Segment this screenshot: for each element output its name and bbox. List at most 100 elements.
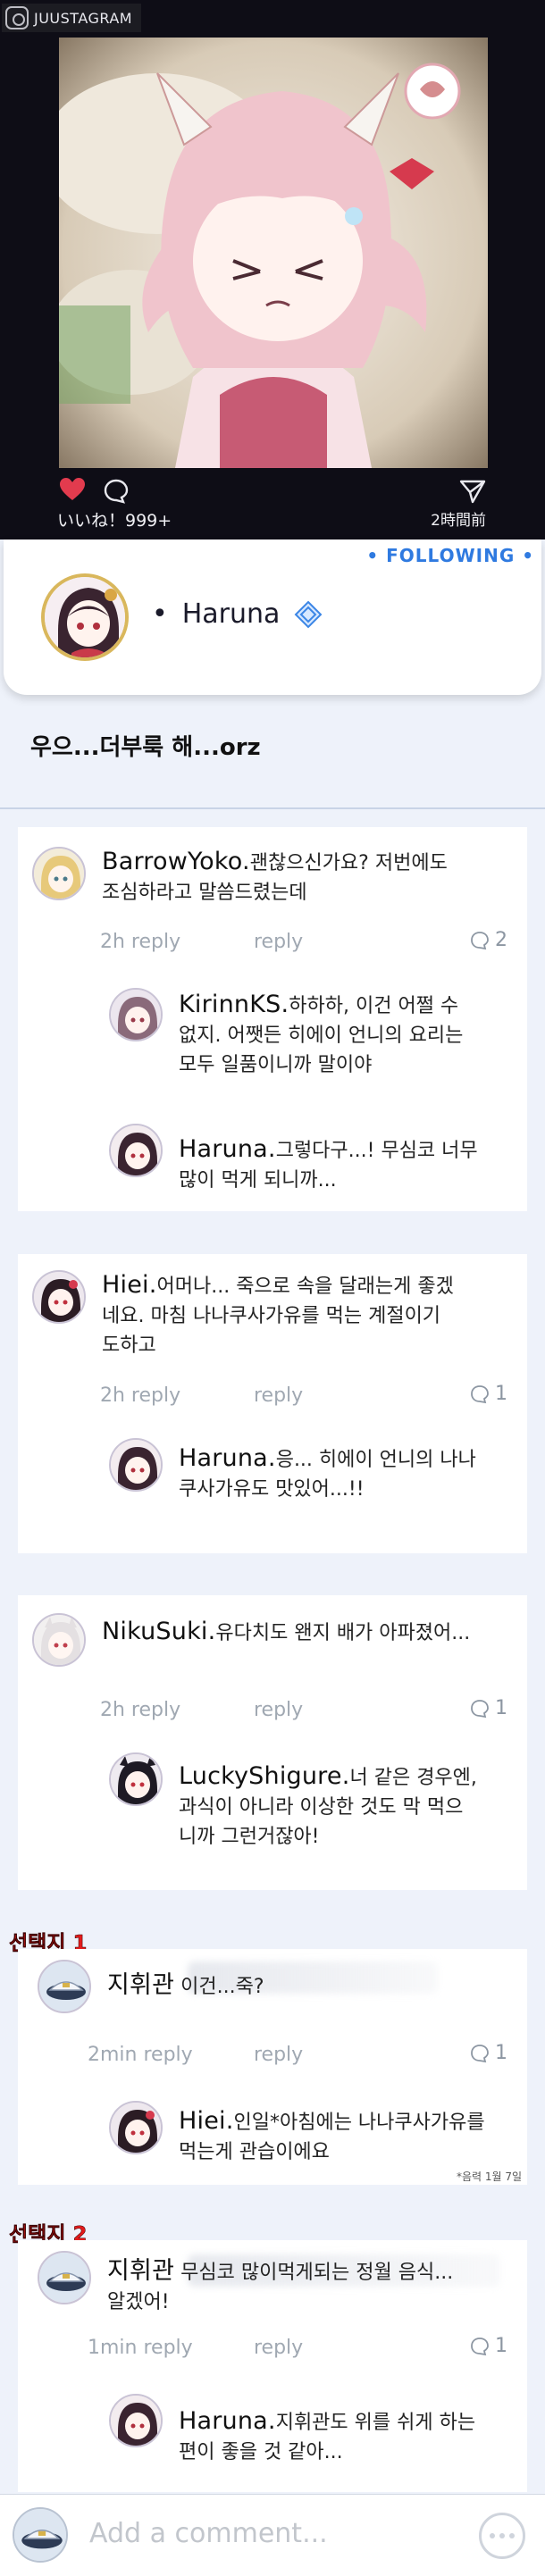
reply-count[interactable]: 1 (470, 2042, 507, 2064)
comment-text: NikuSuki.유다치도 왠지 배가 아파졌어... (102, 1617, 522, 1648)
reply-username[interactable]: LuckyShigure. (179, 1762, 349, 1790)
post-illustration (59, 38, 488, 468)
post-media-area: JUUSTAGRAM いいね！999+ 2時間前 (0, 0, 545, 539)
verified-icon (294, 600, 323, 628)
comment-username[interactable]: NikuSuki. (102, 1618, 215, 1645)
post-actions (0, 472, 545, 507)
reply-button[interactable]: reply (254, 2337, 303, 2359)
comment-time: 2min reply (88, 2044, 193, 2066)
reply-count[interactable]: 1 (470, 2335, 507, 2357)
comment-time: 2h reply (100, 931, 181, 953)
comment-time: 1min reply (88, 2337, 193, 2359)
avatar[interactable] (32, 1270, 86, 1324)
reply-text: Haruna.그렇다구...! 무심코 너무 많이 먹게 되니까... (179, 1134, 524, 1195)
haruna-avatar-small (111, 1125, 161, 1175)
reply-count-value: 2 (495, 929, 507, 951)
footnote: *음력 1월 7일 (456, 2170, 522, 2183)
more-options-icon[interactable] (479, 2513, 525, 2559)
reply-username[interactable]: Haruna. (179, 1444, 276, 1472)
avatar[interactable] (32, 847, 86, 900)
comment-line: 유다치도 왠지 배가 아파졌어... (215, 1622, 471, 1644)
profile-card: • FOLLOWING • • Haruna (4, 539, 541, 695)
commander-cap-icon (39, 2253, 89, 2303)
comment-line: 무심코 많이먹게되는 정월 음식... (180, 2262, 454, 2284)
nikusuki-avatar-art (34, 1615, 84, 1665)
barrowyoko-avatar-art (34, 849, 84, 899)
avatar[interactable] (109, 1438, 163, 1492)
dot (490, 2533, 495, 2538)
reply-line: 없지. 어쨋든 히에이 언니의 요리는 (179, 1025, 464, 1047)
my-avatar[interactable] (13, 2507, 68, 2563)
comment-thread[interactable]: 지휘관 무심코 많이먹게되는 정월 음식... 알겠어! 1min reply … (18, 2240, 527, 2492)
reply-count[interactable]: 2 (470, 929, 507, 951)
reply-bubble-icon (471, 2337, 489, 2355)
reply-text: Haruna.지휘관도 위를 쉬게 하는 편이 좋을 것 같아... (179, 2406, 524, 2467)
avatar[interactable] (109, 988, 163, 1041)
comment-input[interactable]: Add a comment... (89, 2518, 328, 2549)
comment-time: 2h reply (100, 1384, 181, 1407)
comment-line: 어머나... 죽으로 속을 달래는게 좋겠 (156, 1275, 454, 1298)
avatar[interactable] (109, 1752, 163, 1806)
reply-line: 인일*아침에는 나나쿠사가유를 (233, 2112, 485, 2134)
avatar[interactable] (38, 1960, 91, 2013)
haruna-avatar-small (111, 1440, 161, 1490)
comment-line: 네요. 마침 나나쿠사가유를 먹는 계절이기 (102, 1305, 441, 1327)
reply-count-value: 1 (495, 1697, 507, 1719)
avatar[interactable] (109, 2394, 163, 2447)
reply-username[interactable]: Haruna. (179, 1135, 276, 1163)
reply-line: 그렇다구...! 무심코 너무 (275, 1140, 478, 1162)
reply-line: 편이 좋을 것 같아... (179, 2441, 343, 2463)
reply-line: 지휘관도 위를 쉬게 하는 (275, 2412, 476, 2434)
following-label: FOLLOWING (386, 545, 516, 566)
reply-line: 모두 일품이니까 말이야 (179, 1054, 373, 1076)
reply-line: 니까 그런거잖아! (179, 1826, 320, 1848)
app-badge: JUUSTAGRAM (2, 4, 142, 32)
comment-thread: BarrowYoko.괜찮으신가요? 저번에도 조심하라고 말씀드렸는데 2h … (18, 827, 527, 1211)
haruna-avatar-art (45, 577, 125, 657)
reply-count[interactable]: 1 (470, 1383, 507, 1405)
profile-avatar[interactable] (41, 573, 129, 661)
heart-icon[interactable] (59, 477, 86, 502)
comment-thread: Hiei.어머나... 죽으로 속을 달래는게 좋겠 네요. 마침 나나쿠사가유… (18, 1254, 527, 1553)
comment-bubble-icon[interactable] (104, 479, 129, 504)
reply-line: 많이 먹게 되니까... (179, 1169, 337, 1192)
comment-username[interactable]: Hiei. (102, 1271, 157, 1299)
comment-thread[interactable]: 지휘관 이건...죽? 2min reply reply 1 Hiei.인일*아… (18, 1949, 527, 2185)
comment-text: 지휘관 무심코 많이먹게되는 정월 음식... 알겠어! (107, 2256, 518, 2317)
reply-count-value: 1 (495, 2335, 507, 2357)
avatar[interactable] (109, 2101, 163, 2154)
reply-count-value: 1 (495, 2042, 507, 2064)
reply-count[interactable]: 1 (470, 1697, 507, 1719)
comment-username[interactable]: BarrowYoko. (102, 848, 250, 875)
reply-button[interactable]: reply (254, 1699, 303, 1721)
comment-line: 도하고 (102, 1334, 156, 1357)
profile-name[interactable]: Haruna (182, 598, 281, 630)
comment-username[interactable]: 지휘관 (107, 1971, 174, 1999)
post-image[interactable] (59, 38, 488, 468)
send-icon[interactable] (459, 479, 486, 504)
comment-line: 알겠어! (107, 2291, 170, 2313)
reply-username[interactable]: Haruna. (179, 2407, 276, 2435)
reply-username[interactable]: KirinnKS. (179, 991, 289, 1018)
comment-text: 지휘관 이건...죽? (107, 1970, 518, 2002)
avatar[interactable] (109, 1124, 163, 1177)
avatar[interactable] (32, 1613, 86, 1667)
comment-username[interactable]: 지휘관 (107, 2257, 174, 2285)
app-name: JUUSTAGRAM (34, 9, 133, 27)
reply-button[interactable]: reply (254, 1384, 303, 1407)
comment-thread: NikuSuki.유다치도 왠지 배가 아파졌어... 2h reply rep… (18, 1595, 527, 1890)
reply-text: LuckyShigure.너 같은 경우엔, 과식이 아니라 이상한 것도 막 … (179, 1761, 524, 1852)
likes-count: いいね！999+ (57, 511, 172, 531)
reply-button[interactable]: reply (254, 931, 303, 953)
reply-count-value: 1 (495, 1383, 507, 1405)
reply-text: Hiei.인일*아침에는 나나쿠사가유를 먹는게 관습이에요 (179, 2106, 524, 2167)
camera-logo-icon (5, 6, 29, 29)
avatar[interactable] (38, 2251, 91, 2304)
reply-username[interactable]: Hiei. (179, 2107, 234, 2135)
reply-line: 쿠사가유도 맛있어...!! (179, 1478, 365, 1501)
reply-button[interactable]: reply (254, 2044, 303, 2066)
following-badge[interactable]: • FOLLOWING • (366, 545, 534, 566)
comment-line: 괜찮으신가요? 저번에도 (249, 852, 448, 874)
profile-name-row: • Haruna (152, 598, 323, 630)
post-time: 2時間前 (431, 512, 486, 530)
